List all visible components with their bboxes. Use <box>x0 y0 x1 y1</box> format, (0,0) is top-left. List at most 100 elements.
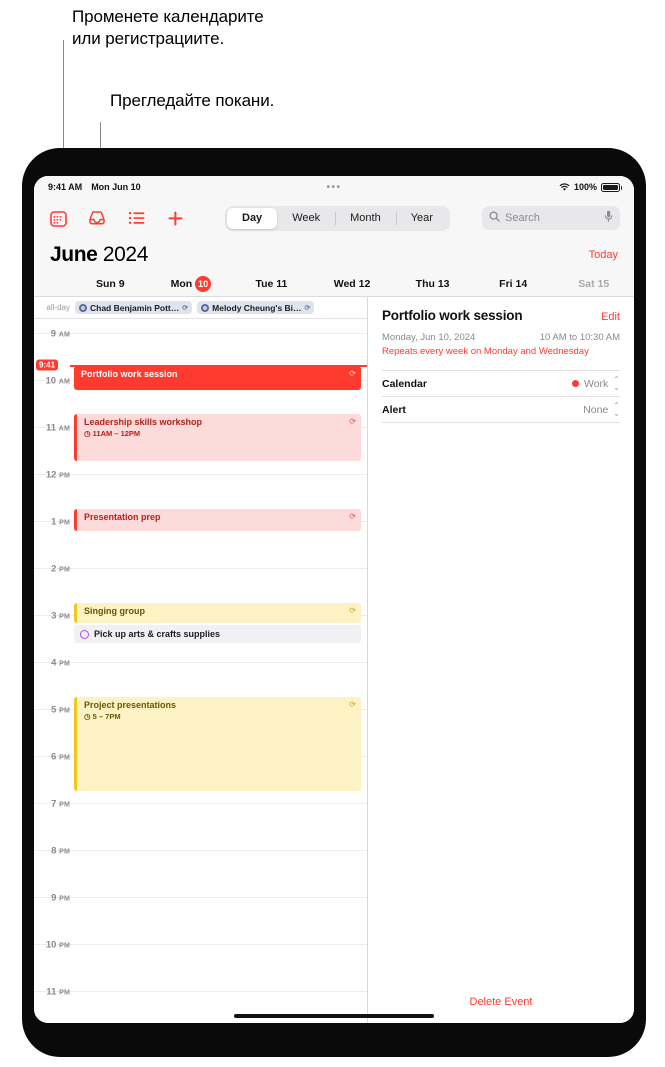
search-icon <box>489 209 500 227</box>
event-detail: Portfolio work session Edit Monday, Jun … <box>368 297 634 423</box>
selected-day-badge: 10 <box>195 276 212 292</box>
tab-week[interactable]: Week <box>277 208 335 229</box>
current-time-line <box>70 365 367 367</box>
weekday-mon-10[interactable]: Mon 10 <box>151 276 232 292</box>
event-time: ◷ 5 – 7PM <box>84 712 121 722</box>
hour-label-4pm: 4 PM <box>51 657 70 669</box>
weekday-strip: Sun 9 Mon 10 Tue 11 Wed 12 Thu 13 Fri 14… <box>34 272 634 297</box>
month-label: June <box>50 243 98 266</box>
all-day-event-1[interactable]: Chad Benjamin Pott… ⟳ <box>75 301 193 314</box>
hour-label-11am: 11 AM <box>46 422 70 434</box>
wifi-icon <box>559 182 570 192</box>
page-title: June 2024 <box>50 243 148 267</box>
hour-label-9pm: 9 PM <box>51 892 70 904</box>
search-placeholder: Search <box>505 212 540 224</box>
repeat-icon: ⟳ <box>349 417 356 426</box>
event-detail-date: Monday, Jun 10, 2024 <box>382 332 476 343</box>
status-bar-date: Mon Jun 10 <box>91 182 141 192</box>
calendar-row-value: Work ⌃ ⌄ <box>571 374 620 392</box>
day-timeline-pane: all-day Chad Benjamin Pott… ⟳ Melody Che… <box>34 297 368 1023</box>
calendars-icon[interactable] <box>48 208 68 228</box>
current-time-badge: 9:41 <box>36 359 59 371</box>
callout-text-1: Променете календарите или регистрациите. <box>72 7 264 49</box>
tab-month[interactable]: Month <box>335 208 396 229</box>
reminder-title: Pick up arts & crafts supplies <box>94 629 221 639</box>
tab-year[interactable]: Year <box>395 208 448 229</box>
repeat-icon: ⟳ <box>349 700 356 709</box>
all-day-row: all-day Chad Benjamin Pott… ⟳ Melody Che… <box>34 297 367 319</box>
status-bar: 9:41 AM Mon Jun 10 ••• 100% <box>34 176 634 198</box>
search-input[interactable]: Search <box>482 206 620 230</box>
event-detail-time-range: 10 AM to 10:30 AM <box>539 332 620 343</box>
status-bar-time: 9:41 AM <box>48 182 83 192</box>
inbox-icon[interactable] <box>87 208 107 228</box>
calendar-row[interactable]: Calendar Work ⌃ ⌄ <box>382 370 620 396</box>
chevron-updown-icon: ⌃ ⌄ <box>613 400 620 418</box>
event-detail-datetime: Monday, Jun 10, 2024 10 AM to 10:30 AM <box>382 332 620 343</box>
ipad-screen: 9:41 AM Mon Jun 10 ••• 100% Day Week Mon… <box>34 176 634 1023</box>
alert-row[interactable]: Alert None ⌃ ⌄ <box>382 396 620 423</box>
ipad-device-frame: 9:41 AM Mon Jun 10 ••• 100% Day Week Mon… <box>22 148 646 1057</box>
repeat-icon: ⟳ <box>182 304 189 312</box>
weekday-sun-9[interactable]: Sun 9 <box>70 278 151 290</box>
battery-icon <box>601 182 622 192</box>
event-portfolio-work-session[interactable]: Portfolio work session ⟳ <box>74 366 361 390</box>
event-detail-header: Portfolio work session Edit <box>382 308 620 323</box>
event-presentation-prep[interactable]: Presentation prep ⟳ <box>74 509 361 531</box>
weekday-sat-15[interactable]: Sat 15 <box>553 278 634 290</box>
event-detail-title: Portfolio work session <box>382 308 523 323</box>
event-detail-rows: Calendar Work ⌃ ⌄ Alert None ⌃ ⌄ <box>382 370 620 423</box>
callout-text-2: Прегледайте покани. <box>110 91 275 110</box>
hour-label-5pm: 5 PM <box>51 704 70 716</box>
event-detail-repeat: Repeats every week on Monday and Wednesd… <box>382 346 589 357</box>
event-time: ◷ 11AM – 12PM <box>84 429 141 439</box>
list-icon[interactable] <box>126 208 146 228</box>
event-project-presentations[interactable]: Project presentations ◷ 5 – 7PM ⟳ <box>74 697 361 791</box>
reminder-pick-up-arts-crafts-supplies[interactable]: Pick up arts & crafts supplies <box>74 625 361 643</box>
view-segmented-control[interactable]: Day Week Month Year <box>225 205 450 231</box>
all-day-event-1-title: Chad Benjamin Pott… <box>90 302 180 313</box>
hour-label-3pm: 3 PM <box>51 610 70 622</box>
home-indicator[interactable] <box>234 1014 434 1018</box>
month-header: June 2024 Today <box>34 238 634 272</box>
event-title: Project presentations <box>84 700 177 710</box>
hour-label-10am: 10 AM <box>45 375 70 387</box>
reminder-circle-icon[interactable] <box>80 629 89 639</box>
today-button[interactable]: Today <box>589 249 618 261</box>
calendar-color-dot-icon <box>571 380 579 387</box>
repeat-icon: ⟳ <box>304 304 311 312</box>
hour-label-12pm: 12 PM <box>45 469 70 481</box>
repeat-icon: ⟳ <box>349 512 356 521</box>
add-event-icon[interactable] <box>165 208 185 228</box>
event-singing-group[interactable]: Singing group ⟳ <box>74 603 361 623</box>
calendar-row-label: Calendar <box>382 377 427 390</box>
hour-label-7pm: 7 PM <box>51 798 70 810</box>
weekday-wed-12[interactable]: Wed 12 <box>312 278 393 290</box>
hour-label-6pm: 6 PM <box>51 751 70 763</box>
weekday-thu-13[interactable]: Thu 13 <box>392 278 473 290</box>
event-title: Portfolio work session <box>81 369 178 379</box>
alert-row-value: None ⌃ ⌄ <box>583 400 620 418</box>
all-day-event-2-title: Melody Cheung's Bi… <box>212 302 302 313</box>
calendar-dot-icon <box>201 303 210 312</box>
weekday-tue-11[interactable]: Tue 11 <box>231 278 312 290</box>
all-day-event-2[interactable]: Melody Cheung's Bi… ⟳ <box>197 301 315 314</box>
hour-label-11pm: 11 PM <box>46 986 70 998</box>
status-bar-dots: ••• <box>326 181 342 193</box>
hour-label-10pm: 10 PM <box>45 939 70 951</box>
chevron-updown-icon: ⌃ ⌄ <box>613 374 620 392</box>
delete-event-button[interactable]: Delete Event <box>368 996 634 1008</box>
weekday-mon-label: Mon <box>170 278 193 290</box>
all-day-label: all-day <box>46 303 70 312</box>
timeline[interactable]: 9 AM 10 AM 11 AM 12 PM 1 PM 2 PM 3 PM 4 … <box>34 319 367 1023</box>
battery-percent-label: 100% <box>573 182 597 192</box>
event-leadership-skills-workshop[interactable]: Leadership skills workshop ◷ 11AM – 12PM… <box>74 414 361 461</box>
event-title: Presentation prep <box>84 512 161 522</box>
hour-label-2pm: 2 PM <box>51 563 70 575</box>
weekday-fri-14[interactable]: Fri 14 <box>473 278 554 290</box>
tab-day[interactable]: Day <box>227 207 278 229</box>
edit-button[interactable]: Edit <box>601 311 620 323</box>
event-title: Leadership skills workshop <box>84 417 203 427</box>
alert-row-label: Alert <box>382 403 406 416</box>
microphone-icon[interactable] <box>604 209 613 227</box>
